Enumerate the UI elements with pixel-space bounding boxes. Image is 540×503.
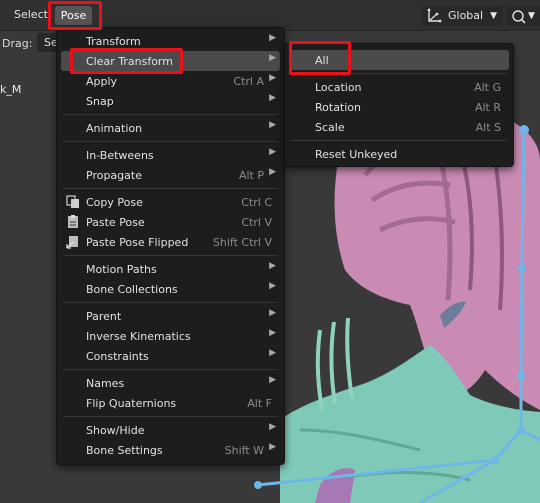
shortcut-label: Alt R bbox=[474, 101, 501, 114]
shortcut-label: Ctrl C bbox=[241, 196, 272, 209]
menu-separator bbox=[63, 141, 278, 142]
shortcut-label: Alt G bbox=[474, 81, 501, 94]
menu-item-label: Transform bbox=[86, 35, 141, 48]
menu-item-label: Scale bbox=[315, 121, 345, 134]
menu-item-label: Apply bbox=[86, 75, 118, 88]
menu-item-label: Bone Settings bbox=[86, 444, 163, 457]
drag-label: Drag: bbox=[2, 37, 33, 50]
menu-item-label: Location bbox=[315, 81, 362, 94]
paste-pose-icon bbox=[65, 214, 81, 230]
submenu-arrow-icon: ▶ bbox=[269, 308, 276, 318]
menu-item-label: Rotation bbox=[315, 101, 362, 114]
teal-strand-2 bbox=[329, 321, 337, 405]
submenu-arrow-icon: ▶ bbox=[269, 167, 276, 177]
highlight-box-pose bbox=[48, 1, 102, 30]
menu-item-label: Motion Paths bbox=[86, 263, 157, 276]
menu-item-in-betweens[interactable]: In-Betweens ▶ bbox=[61, 145, 280, 165]
submenu-arrow-icon: ▶ bbox=[269, 328, 276, 338]
submenu-arrow-icon: ▶ bbox=[269, 147, 276, 157]
menu-item-constraints[interactable]: Constraints ▶ bbox=[61, 346, 280, 366]
menu-item-flip-quaternions[interactable]: Flip Quaternions Alt F bbox=[61, 393, 280, 413]
copy-pose-icon bbox=[65, 194, 81, 210]
teal-strand-1 bbox=[315, 329, 324, 411]
menu-item-label: Paste Pose bbox=[86, 216, 145, 229]
shortcut-label: Shift W bbox=[224, 444, 264, 457]
chevron-down-icon: ▼ bbox=[490, 11, 497, 21]
highlight-box-all bbox=[289, 41, 351, 75]
menu-separator bbox=[63, 416, 278, 417]
menu-item-label: Bone Collections bbox=[86, 283, 178, 296]
chevron-down-icon: ▼ bbox=[528, 11, 535, 21]
menu-item-show-hide[interactable]: Show/Hide ▶ bbox=[61, 420, 280, 440]
submenu-item-reset-unkeyed[interactable]: Reset Unkeyed bbox=[289, 144, 509, 164]
submenu-arrow-icon: ▶ bbox=[269, 348, 276, 358]
menu-item-label: Propagate bbox=[86, 169, 142, 182]
submenu-arrow-icon: ▶ bbox=[269, 73, 276, 83]
menu-separator bbox=[63, 369, 278, 370]
pose-menu: Transform ▶ Clear Transform ▶ Apply Ctrl… bbox=[56, 27, 285, 465]
transform-orientation-icon bbox=[426, 6, 442, 33]
submenu-item-scale[interactable]: Scale Alt S bbox=[289, 117, 509, 137]
transform-orientation-dropdown[interactable]: Global ▼ bbox=[421, 6, 503, 26]
shortcut-label: Alt S bbox=[475, 121, 501, 134]
menu-item-motion-paths[interactable]: Motion Paths ▶ bbox=[61, 259, 280, 279]
menu-separator bbox=[63, 114, 278, 115]
menu-item-label: Names bbox=[86, 377, 125, 390]
menu-item-animation[interactable]: Animation ▶ bbox=[61, 118, 280, 138]
menu-separator bbox=[291, 140, 507, 141]
shortcut-label: Shift Ctrl V bbox=[212, 236, 272, 249]
active-object-name: k_M bbox=[0, 83, 22, 96]
menu-item-parent[interactable]: Parent ▶ bbox=[61, 306, 280, 326]
menu-item-paste-pose[interactable]: Paste Pose Ctrl V bbox=[61, 212, 280, 232]
submenu-item-rotation[interactable]: Rotation Alt R bbox=[289, 97, 509, 117]
shortcut-label: Ctrl A bbox=[233, 75, 264, 88]
menu-item-inverse-kinematics[interactable]: Inverse Kinematics ▶ bbox=[61, 326, 280, 346]
menu-separator bbox=[63, 302, 278, 303]
menu-item-label: In-Betweens bbox=[86, 149, 154, 162]
submenu-arrow-icon: ▶ bbox=[269, 53, 276, 63]
submenu-item-location[interactable]: Location Alt G bbox=[289, 77, 509, 97]
menu-item-label: Reset Unkeyed bbox=[315, 148, 398, 161]
shortcut-label: Alt P bbox=[238, 169, 264, 182]
menu-separator bbox=[63, 255, 278, 256]
select-menu[interactable]: Select bbox=[14, 8, 48, 21]
menu-item-label: Constraints bbox=[86, 350, 149, 363]
menu-item-label: Animation bbox=[86, 122, 143, 135]
menu-item-label: Parent bbox=[86, 310, 122, 323]
paste-flipped-icon bbox=[65, 234, 81, 250]
orientation-label: Global bbox=[448, 9, 484, 22]
menu-item-label: Snap bbox=[86, 95, 114, 108]
menu-separator bbox=[63, 188, 278, 189]
submenu-arrow-icon: ▶ bbox=[269, 281, 276, 291]
submenu-arrow-icon: ▶ bbox=[269, 422, 276, 432]
menu-item-names[interactable]: Names ▶ bbox=[61, 373, 280, 393]
submenu-arrow-icon: ▶ bbox=[269, 375, 276, 385]
highlight-box-clear-transform bbox=[70, 48, 183, 74]
submenu-arrow-icon: ▶ bbox=[269, 33, 276, 43]
submenu-arrow-icon: ▶ bbox=[269, 442, 276, 452]
menu-item-label: Flip Quaternions bbox=[86, 397, 177, 410]
shortcut-label: Alt F bbox=[247, 397, 272, 410]
menu-item-label: Show/Hide bbox=[86, 424, 145, 437]
menu-item-apply[interactable]: Apply Ctrl A ▶ bbox=[61, 71, 280, 91]
submenu-arrow-icon: ▶ bbox=[269, 93, 276, 103]
menu-item-bone-collections[interactable]: Bone Collections ▶ bbox=[61, 279, 280, 299]
menu-item-label: Inverse Kinematics bbox=[86, 330, 191, 343]
teal-strand-3 bbox=[345, 317, 354, 399]
submenu-arrow-icon: ▶ bbox=[269, 120, 276, 130]
submenu-arrow-icon: ▶ bbox=[269, 261, 276, 271]
menu-item-label: Copy Pose bbox=[86, 196, 143, 209]
snap-dropdown[interactable]: ▼ bbox=[507, 6, 540, 26]
menu-item-label: Paste Pose Flipped bbox=[86, 236, 189, 249]
menu-item-bone-settings[interactable]: Bone Settings Shift W ▶ bbox=[61, 440, 280, 460]
snap-icon bbox=[511, 6, 527, 33]
menu-item-snap[interactable]: Snap ▶ bbox=[61, 91, 280, 111]
menu-item-propagate[interactable]: Propagate Alt P ▶ bbox=[61, 165, 280, 185]
menu-item-paste-pose-flipped[interactable]: Paste Pose Flipped Shift Ctrl V bbox=[61, 232, 280, 252]
shortcut-label: Ctrl V bbox=[241, 216, 272, 229]
menu-item-copy-pose[interactable]: Copy Pose Ctrl C bbox=[61, 192, 280, 212]
